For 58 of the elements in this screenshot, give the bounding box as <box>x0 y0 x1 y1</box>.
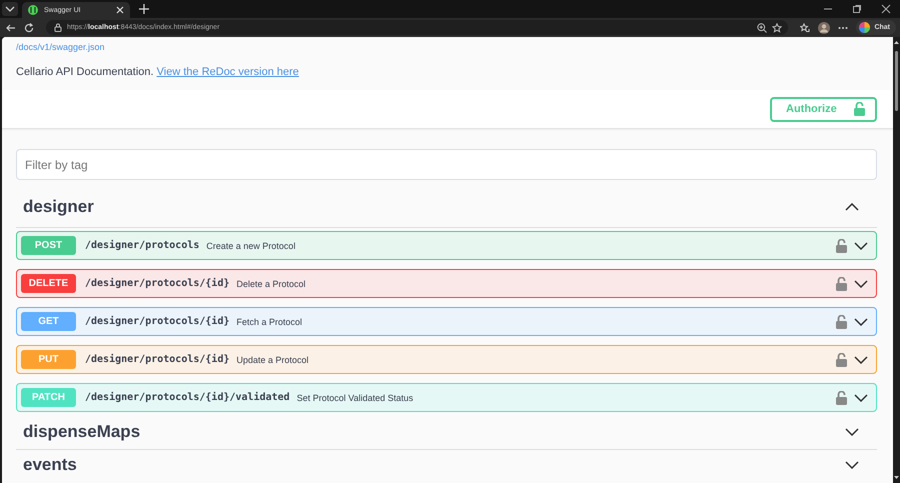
scroll-down-icon[interactable] <box>893 475 900 480</box>
unlocked-lock-icon[interactable] <box>836 352 847 366</box>
operation-summary: Create a new Protocol <box>206 240 296 250</box>
unlocked-lock-icon[interactable] <box>836 238 847 252</box>
operation-row[interactable]: POST /designer/protocols Create a new Protocol <box>16 231 877 260</box>
tag-header[interactable]: dispenseMaps <box>16 414 877 450</box>
operation-summary: Fetch a Protocol <box>236 316 302 326</box>
expand-icon[interactable] <box>854 318 868 326</box>
operation-summary: Update a Protocol <box>236 354 309 364</box>
endpoint-path: /designer/protocols/{id}/validated <box>85 392 290 403</box>
endpoint-path: /designer/protocols/{id} <box>85 354 230 365</box>
reload-icon[interactable] <box>24 22 34 32</box>
endpoint-path: /designer/protocols <box>85 240 200 251</box>
tag-header[interactable]: designer <box>16 182 877 228</box>
expand-icon[interactable] <box>845 461 859 469</box>
lock-icon <box>54 23 62 32</box>
star-icon[interactable] <box>772 22 782 32</box>
method-badge: POST <box>21 236 76 255</box>
unlocked-lock-icon[interactable] <box>836 390 847 404</box>
unlocked-lock-icon <box>854 102 865 116</box>
chevron-down-icon <box>5 6 15 12</box>
scroll-up-icon[interactable] <box>893 40 900 45</box>
operation-row[interactable]: DELETE /designer/protocols/{id} Delete a Protocol <box>16 269 877 298</box>
operation-row[interactable]: GET /designer/protocols/{id} Fetch a Protocol <box>16 307 877 336</box>
operation-row[interactable]: PUT /designer/protocols/{id} Update a Protocol <box>16 345 877 374</box>
back-icon[interactable] <box>6 22 16 32</box>
endpoint-path: /designer/protocols/{id} <box>85 278 230 289</box>
collapse-icon[interactable] <box>845 202 859 210</box>
operation-summary: Set Protocol Validated Status <box>296 392 414 402</box>
expand-icon[interactable] <box>854 394 868 402</box>
method-badge: GET <box>21 312 76 331</box>
operation-row[interactable]: PATCH /designer/protocols/{id}/validated Set Protocol Validated Status <box>16 383 877 412</box>
expand-icon[interactable] <box>845 428 859 436</box>
zoom-icon[interactable] <box>757 22 768 32</box>
operation-summary: Delete a Protocol <box>236 278 306 288</box>
copilot-icon <box>859 22 870 33</box>
more-icon[interactable] <box>838 26 848 30</box>
method-badge: PUT <box>21 350 76 369</box>
favorites-icon[interactable] <box>800 22 810 32</box>
expand-icon[interactable] <box>854 280 868 288</box>
restore-icon[interactable] <box>852 4 862 14</box>
tag-header[interactable]: events <box>16 452 877 478</box>
expand-icon[interactable] <box>854 242 868 250</box>
method-badge: DELETE <box>21 274 76 293</box>
filter-field[interactable]: Filter by tag <box>16 149 877 180</box>
close-icon[interactable] <box>881 4 891 14</box>
endpoint-path: /designer/protocols/{id} <box>85 316 230 327</box>
unlocked-lock-icon[interactable] <box>836 276 847 290</box>
tag-name: dispenseMaps <box>23 422 140 442</box>
avatar-icon[interactable] <box>818 22 830 34</box>
method-badge: PATCH <box>21 388 76 407</box>
tag-name: events <box>23 455 77 475</box>
new-tab-icon[interactable] <box>139 4 149 14</box>
expand-icon[interactable] <box>854 356 868 364</box>
tab-list-button[interactable] <box>2 2 18 16</box>
unlocked-lock-icon[interactable] <box>836 314 847 328</box>
api-description: Cellario API Documentation. <box>16 66 154 78</box>
tag-name: designer <box>23 196 94 216</box>
